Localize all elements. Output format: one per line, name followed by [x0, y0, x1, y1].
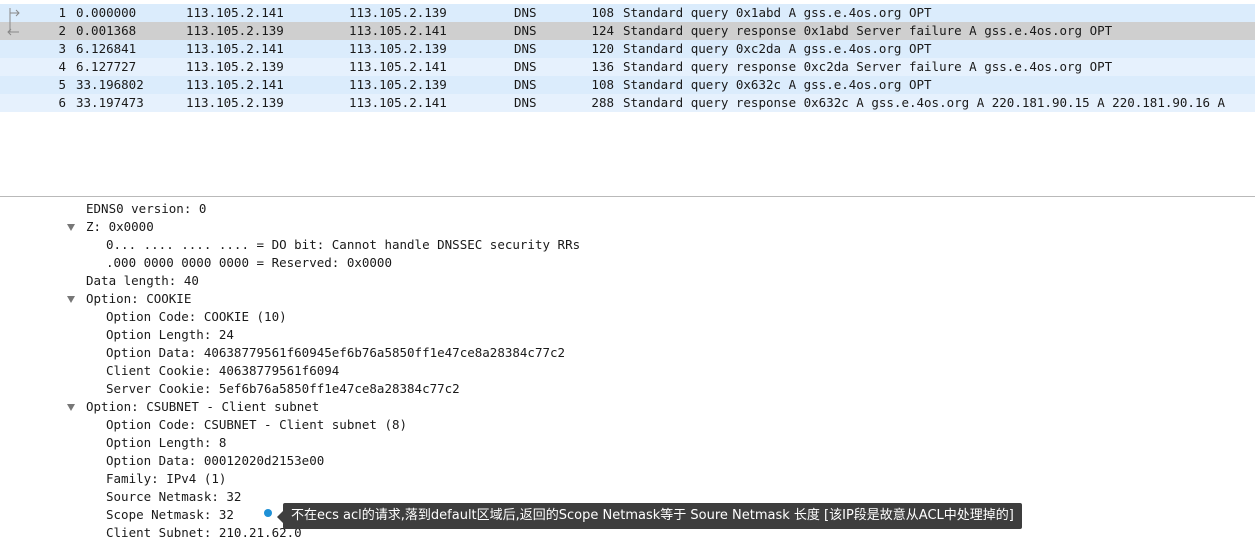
packet-protocol: DNS	[514, 59, 537, 74]
packet-length: 136	[591, 59, 614, 74]
packet-details-pane[interactable]: EDNS0 version: 0 Z: 0x0000 0... .... .... …	[0, 198, 1255, 550]
packet-protocol: DNS	[514, 5, 537, 20]
packet-destination: 113.105.2.139	[349, 5, 447, 20]
packet-length: 108	[591, 77, 614, 92]
detail-line[interactable]: Client Cookie: 40638779561f6094	[106, 362, 339, 380]
packet-source: 113.105.2.141	[186, 77, 284, 92]
packet-destination: 113.105.2.139	[349, 77, 447, 92]
packet-number: 2	[58, 23, 66, 38]
packet-destination: 113.105.2.139	[349, 41, 447, 56]
detail-line[interactable]: EDNS0 version: 0	[86, 200, 206, 218]
detail-line[interactable]: .000 0000 0000 0000 = Reserved: 0x0000	[106, 254, 392, 272]
packet-protocol: DNS	[514, 95, 537, 110]
annotation-marker-icon	[264, 509, 272, 517]
detail-line[interactable]: Family: IPv4 (1)	[106, 470, 226, 488]
packet-protocol: DNS	[514, 41, 537, 56]
detail-line[interactable]: Option: COOKIE	[86, 290, 191, 308]
detail-line[interactable]: Option Code: CSUBNET - Client subnet (8)	[106, 416, 407, 434]
detail-line[interactable]: Option Length: 24	[106, 326, 234, 344]
packet-length: 108	[591, 5, 614, 20]
wireshark-window: 1 0.000000 113.105.2.141 113.105.2.139 DNS 10…	[0, 0, 1255, 550]
packet-number: 3	[58, 41, 66, 56]
packet-source: 113.105.2.139	[186, 95, 284, 110]
packet-row[interactable]: 4 6.127727 113.105.2.139 113.105.2.141 DNS 13…	[0, 58, 1255, 76]
detail-line[interactable]: Z: 0x0000	[86, 218, 154, 236]
packet-row[interactable]: 2 0.001368 113.105.2.139 113.105.2.141 DNS 12…	[0, 22, 1255, 40]
detail-line[interactable]: Client Subnet: 210.21.62.0	[106, 524, 302, 542]
detail-line[interactable]: Scope Netmask: 32	[106, 506, 234, 524]
packet-time: 6.127727	[76, 59, 137, 74]
packet-destination: 113.105.2.141	[349, 59, 447, 74]
packet-source: 113.105.2.141	[186, 41, 284, 56]
packet-row[interactable]: 3 6.126841 113.105.2.141 113.105.2.139 DNS 12…	[0, 40, 1255, 58]
request-arrow-icon	[4, 4, 22, 22]
detail-line[interactable]: Source Netmask: 32	[106, 488, 241, 506]
packet-row[interactable]: 5 33.196802 113.105.2.141 113.105.2.139 DNS 1…	[0, 76, 1255, 94]
packet-info: Standard query 0xc2da A gss.e.4os.org OP…	[623, 41, 932, 56]
packet-list-pane[interactable]: 1 0.000000 113.105.2.141 113.105.2.139 DNS 10…	[0, 0, 1255, 197]
packet-source: 113.105.2.139	[186, 59, 284, 74]
packet-row[interactable]: 1 0.000000 113.105.2.141 113.105.2.139 DNS 10…	[0, 4, 1255, 22]
packet-destination: 113.105.2.141	[349, 95, 447, 110]
packet-protocol: DNS	[514, 77, 537, 92]
detail-line[interactable]: 0... .... .... .... = DO bit: Cannot han…	[106, 236, 580, 254]
packet-info: Standard query response 0x1abd Server fa…	[623, 23, 1113, 38]
expand-triangle-icon[interactable]	[67, 404, 75, 411]
packet-time: 33.196802	[76, 77, 144, 92]
packet-time: 33.197473	[76, 95, 144, 110]
packet-time: 0.000000	[76, 5, 137, 20]
packet-number: 1	[58, 5, 66, 20]
response-arrow-icon	[4, 22, 22, 40]
packet-number: 6	[58, 95, 66, 110]
expand-triangle-icon[interactable]	[67, 224, 75, 231]
packet-row[interactable]: 6 33.197473 113.105.2.139 113.105.2.141 DNS 2…	[0, 94, 1255, 112]
packet-length: 124	[591, 23, 614, 38]
expand-triangle-icon[interactable]	[67, 296, 75, 303]
packet-time: 0.001368	[76, 23, 137, 38]
packet-info: Standard query response 0xc2da Server fa…	[623, 59, 1113, 74]
packet-info: Standard query 0x632c A gss.e.4os.org OP…	[623, 77, 932, 92]
detail-line[interactable]: Data length: 40	[86, 272, 199, 290]
packet-number: 5	[58, 77, 66, 92]
detail-line[interactable]: Option Data: 00012020d2153e00	[106, 452, 324, 470]
packet-length: 288	[591, 95, 614, 110]
packet-info: Standard query 0x1abd A gss.e.4os.org OP…	[623, 5, 932, 20]
packet-time: 6.126841	[76, 41, 137, 56]
detail-line[interactable]: Option Data: 40638779561f60945ef6b76a585…	[106, 344, 565, 362]
packet-number: 4	[58, 59, 66, 74]
detail-line[interactable]: Server Cookie: 5ef6b76a5850ff1e47ce8a283…	[106, 380, 460, 398]
packet-length: 120	[591, 41, 614, 56]
detail-line[interactable]: Option Length: 8	[106, 434, 226, 452]
packet-source: 113.105.2.141	[186, 5, 284, 20]
annotation-tooltip: 不在ecs acl的请求,落到default区域后,返回的Scope Netma…	[283, 503, 1022, 529]
packet-destination: 113.105.2.141	[349, 23, 447, 38]
detail-line[interactable]: Option Code: COOKIE (10)	[106, 308, 287, 326]
packet-protocol: DNS	[514, 23, 537, 38]
packet-info: Standard query response 0x632c A gss.e.4…	[623, 95, 1226, 110]
detail-line[interactable]: Option: CSUBNET - Client subnet	[86, 398, 319, 416]
packet-source: 113.105.2.139	[186, 23, 284, 38]
